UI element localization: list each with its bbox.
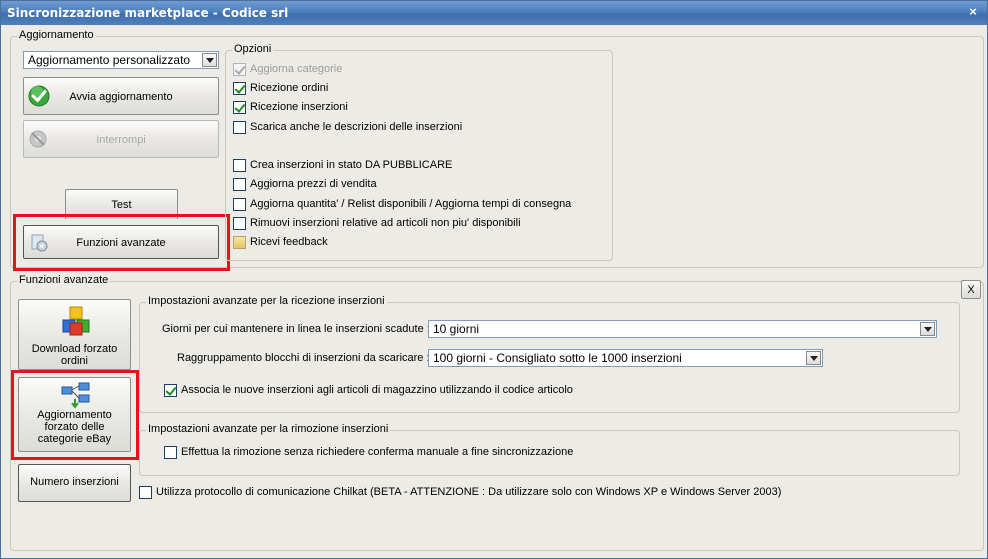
checkbox[interactable]	[233, 217, 246, 230]
opt-scarica-descrizioni[interactable]: Scarica anche le descrizioni delle inser…	[233, 120, 603, 136]
highlight-advanced-button	[13, 214, 230, 271]
highlight-categories-button	[11, 370, 139, 460]
days-select[interactable]: 10 giorni	[428, 320, 937, 338]
chevron-down-icon[interactable]	[920, 322, 935, 336]
checkbox[interactable]	[233, 198, 246, 211]
group-label: Raggruppamento blocchi di inserzioni da …	[177, 352, 430, 364]
listings-count-button[interactable]: Numero inserzioni	[18, 464, 131, 502]
update-mode-value: Aggiornamento personalizzato	[28, 53, 191, 67]
aggiornamento-legend: Aggiornamento	[17, 29, 96, 41]
download-orders-button[interactable]: Download forzato ordini	[18, 299, 131, 370]
opt-ricezione-ordini[interactable]: Ricezione ordini	[233, 81, 603, 97]
associate-checkbox-row[interactable]: Associa le nuove inserzioni agli articol…	[164, 383, 724, 399]
opt-ricevi-feedback[interactable]: Ricevi feedback	[233, 235, 603, 251]
opzioni-legend: Opzioni	[232, 43, 274, 55]
days-value: 10 giorni	[433, 322, 480, 336]
checkbox[interactable]	[164, 384, 177, 397]
opt-aggiorna-prezzi[interactable]: Aggiorna prezzi di vendita	[233, 177, 603, 193]
start-update-label: Avvia aggiornamento	[69, 91, 173, 103]
close-advanced-button[interactable]: X	[961, 280, 981, 299]
checkbox[interactable]	[233, 63, 246, 76]
chevron-down-icon[interactable]	[202, 53, 217, 67]
confirm-checkbox-row[interactable]: Effettua la rimozione senza richiedere c…	[164, 445, 724, 461]
update-mode-select[interactable]: Aggiornamento personalizzato	[23, 51, 219, 69]
stop-label: Interrompi	[96, 134, 146, 146]
days-label: Giorni per cui mantenere in linea le ins…	[162, 323, 430, 335]
opt-ricezione-inserzioni[interactable]: Ricezione inserzioni	[233, 100, 603, 116]
opt-crea-inserzioni[interactable]: Crea inserzioni in stato DA PUBBLICARE	[233, 158, 603, 174]
rimozione-legend: Impostazioni avanzate per la rimozione i…	[146, 423, 391, 435]
chilkat-checkbox-row[interactable]: Utilizza protocollo di comunicazione Chi…	[139, 485, 919, 501]
download-orders-label: Download forzato ordini	[31, 343, 118, 367]
checkbox[interactable]	[233, 159, 246, 172]
checkbox[interactable]	[139, 486, 152, 499]
checkbox[interactable]	[164, 446, 177, 459]
checkbox[interactable]	[233, 178, 246, 191]
close-advanced-label: X	[967, 284, 975, 296]
listings-count-label: Numero inserzioni	[30, 476, 119, 488]
opt-aggiorna-categorie[interactable]: Aggiorna categorie	[233, 62, 603, 78]
window-title: Sincronizzazione marketplace - Codice sr…	[7, 6, 289, 20]
group-value: 100 giorni - Consigliato sotto le 1000 i…	[433, 351, 682, 365]
chevron-down-icon[interactable]	[806, 351, 821, 365]
checkbox[interactable]	[233, 236, 246, 249]
sync-window: Sincronizzazione marketplace - Codice sr…	[0, 0, 988, 559]
checkbox[interactable]	[233, 101, 246, 114]
checkbox[interactable]	[233, 121, 246, 134]
funzioni-avanzate-legend: Funzioni avanzate	[17, 274, 111, 286]
ricezione-legend: Impostazioni avanzate per la ricezione i…	[146, 295, 387, 307]
test-label: Test	[111, 199, 132, 211]
close-icon[interactable]: ×	[965, 4, 981, 20]
cubes-icon	[62, 306, 90, 336]
checkbox[interactable]	[233, 82, 246, 95]
group-select[interactable]: 100 giorni - Consigliato sotto le 1000 i…	[428, 349, 823, 367]
title-bar[interactable]: Sincronizzazione marketplace - Codice sr…	[1, 1, 987, 25]
stop-button[interactable]: Interrompi	[23, 120, 219, 158]
start-update-button[interactable]: Avvia aggiornamento	[23, 77, 219, 115]
opt-aggiorna-quantita[interactable]: Aggiorna quantita' / Relist disponibili …	[233, 197, 603, 213]
opt-rimuovi-inserzioni[interactable]: Rimuovi inserzioni relative ad articoli …	[233, 216, 603, 232]
